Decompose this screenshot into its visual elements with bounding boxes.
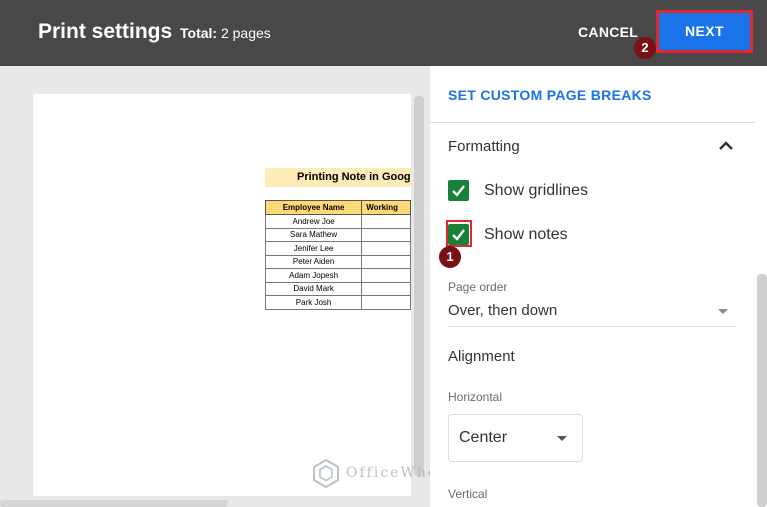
show-gridlines-option[interactable]: Show gridlines — [448, 180, 588, 201]
column-header-employee: Employee Name — [264, 200, 363, 215]
column-header-working: Working — [361, 200, 411, 215]
working-cell — [361, 254, 411, 269]
show-notes-label: Show notes — [484, 225, 568, 243]
page-order-label: Page order — [448, 280, 508, 294]
preview-horizontal-scrollbar[interactable] — [0, 500, 228, 507]
cancel-button[interactable]: CANCEL — [572, 20, 644, 46]
show-notes-highlight — [446, 220, 472, 247]
horizontal-alignment-value: Center — [459, 429, 508, 446]
working-cell — [361, 295, 411, 310]
employee-cell: Sara Mathew — [264, 227, 363, 242]
officewheel-logo-icon — [313, 458, 339, 488]
working-cell — [361, 281, 411, 296]
caret-down-icon — [718, 309, 728, 314]
show-gridlines-label: Show gridlines — [484, 181, 589, 199]
table-row: Sara Mathew — [264, 227, 411, 242]
panel-scrollbar[interactable] — [757, 274, 767, 507]
alignment-heading: Alignment — [448, 348, 515, 365]
employee-cell: David Mark — [264, 281, 363, 296]
preview-page: Printing Note in Goog Employee Name Work… — [33, 94, 411, 496]
page-order-value: Over, then down — [448, 302, 558, 319]
sheet-title: Printing Note in Goog — [265, 168, 411, 187]
formatting-heading: Formatting — [448, 138, 520, 155]
total-pages: Total: 2 pages — [180, 25, 271, 41]
table-row: David Mark — [264, 281, 411, 296]
preview-vertical-scrollbar[interactable] — [414, 96, 424, 476]
settings-panel: SET CUSTOM PAGE BREAKS Formatting Show g… — [430, 66, 767, 507]
employee-cell: Andrew Joe — [264, 214, 363, 229]
set-custom-page-breaks-link[interactable]: SET CUSTOM PAGE BREAKS — [448, 87, 652, 103]
working-cell — [361, 241, 411, 256]
working-cell — [361, 227, 411, 242]
horizontal-label: Horizontal — [448, 390, 503, 404]
total-count: 2 pages — [220, 25, 271, 41]
next-button[interactable]: NEXT — [656, 10, 753, 53]
page-title: Print settings — [38, 20, 173, 43]
chevron-up-icon[interactable] — [716, 136, 736, 156]
step-marker-1: 1 — [439, 246, 461, 268]
vertical-label: Vertical — [448, 487, 488, 501]
caret-down-icon — [557, 436, 567, 441]
print-preview: Printing Note in Goog Employee Name Work… — [0, 66, 453, 507]
check-icon — [452, 185, 465, 197]
employee-cell: Park Josh — [264, 295, 363, 310]
table-row: Adam Jopesh — [264, 268, 411, 283]
step-marker-2: 2 — [634, 37, 656, 59]
table-row: Andrew Joe — [264, 214, 411, 229]
table-row: Peter Aiden — [264, 254, 411, 269]
show-gridlines-checkbox[interactable] — [448, 180, 469, 201]
page-order-select[interactable]: Over, then down — [448, 299, 736, 327]
divider — [430, 122, 755, 123]
employee-cell: Peter Aiden — [264, 254, 363, 269]
working-cell — [361, 214, 411, 229]
total-label: Total: — [180, 25, 218, 41]
horizontal-alignment-select[interactable]: Center — [448, 414, 583, 462]
working-cell — [361, 268, 411, 283]
employee-cell: Jenifer Lee — [264, 241, 363, 256]
table-row: Park Josh — [264, 295, 411, 310]
table-row: Jenifer Lee — [264, 241, 411, 256]
employee-cell: Adam Jopesh — [264, 268, 363, 283]
sheet-table: Employee Name Working Andrew Joe Sara Ma… — [264, 200, 411, 310]
